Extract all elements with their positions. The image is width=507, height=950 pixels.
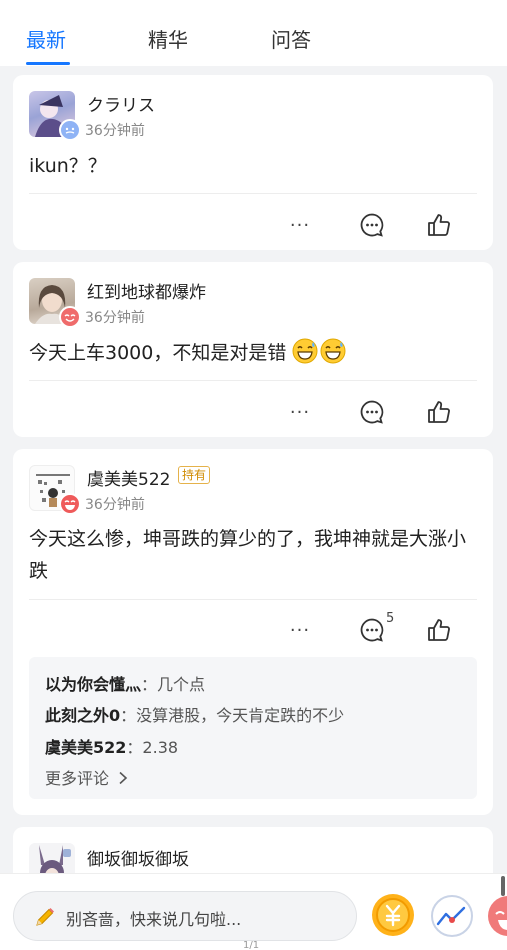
username[interactable]: 红到地球都爆炸 — [87, 278, 206, 303]
emoji-reaction-icon[interactable] — [486, 894, 507, 938]
tab-qa[interactable]: 问答 — [271, 24, 311, 53]
comment-icon[interactable] — [357, 397, 387, 427]
reaction-badge-icon — [59, 306, 81, 328]
page-indicator: 1/1 — [243, 940, 260, 950]
grin-sweat-emoji-icon — [292, 338, 318, 374]
post-time: 36分钟前 — [85, 123, 145, 139]
commenter-name[interactable]: 虞美美522 — [45, 738, 126, 757]
chevron-right-icon — [118, 770, 128, 789]
post-content: 今天这么惨，坤哥跌的算少的了，我坤神就是大涨小跌 — [29, 528, 467, 582]
reaction-badge-icon — [59, 493, 81, 515]
comment-icon[interactable] — [357, 615, 387, 645]
stock-chart-icon[interactable] — [430, 894, 474, 938]
comment-input[interactable]: 别吝啬，快来说几句啦... — [13, 891, 357, 941]
divider — [29, 599, 477, 600]
comment-input-placeholder: 别吝啬，快来说几句啦... — [66, 910, 242, 929]
username[interactable]: クラリス — [87, 91, 155, 116]
comment-text: 2.38 — [142, 738, 179, 757]
tab-bar: 最新 精华 问答 — [0, 0, 507, 66]
comment-text: 几个点 — [157, 675, 206, 694]
comment-icon[interactable] — [357, 210, 387, 240]
coin-reward-icon[interactable] — [370, 892, 416, 938]
bottom-bar: 别吝啬，快来说几句啦... — [0, 873, 507, 950]
comment-text: 没算港股，今天肯定跌的不少 — [136, 706, 345, 725]
more-button[interactable]: ··· — [285, 210, 315, 240]
like-icon[interactable] — [424, 397, 454, 427]
more-button[interactable]: ··· — [285, 615, 315, 645]
post-card[interactable]: 红到地球都爆炸 36分钟前 今天上车3000，不知是对是错 ··· — [13, 262, 493, 437]
grin-sweat-emoji-icon — [320, 338, 346, 374]
post-content: 今天上车3000，不知是对是错 — [29, 337, 346, 374]
pencil-icon — [34, 906, 56, 932]
comment-preview[interactable]: 以为你会懂灬：几个点 此刻之外0：没算港股，今天肯定跌的不少 虞美美522：2.… — [29, 657, 477, 799]
holding-badge: 持有 — [178, 466, 211, 484]
username[interactable]: 虞美美522 — [87, 465, 170, 490]
comment-line: 虞美美522：2.38 — [45, 738, 179, 757]
commenter-name[interactable]: 此刻之外0 — [45, 706, 120, 725]
post-time: 36分钟前 — [85, 497, 145, 513]
commenter-name[interactable]: 以为你会懂灬 — [45, 675, 141, 694]
comment-line: 此刻之外0：没算港股，今天肯定跌的不少 — [45, 706, 345, 725]
post-time: 36分钟前 — [85, 310, 145, 326]
username[interactable]: 御坂御坂御坂 — [87, 845, 189, 870]
divider — [29, 380, 477, 381]
post-content: ikun？？ — [29, 155, 107, 177]
comment-line: 以为你会懂灬：几个点 — [45, 675, 206, 694]
reaction-badge-icon — [59, 119, 81, 141]
tab-latest[interactable]: 最新 — [26, 24, 66, 53]
like-icon[interactable] — [424, 210, 454, 240]
active-tab-indicator — [26, 62, 70, 65]
post-card[interactable]: クラリス 36分钟前 ikun？？ ··· — [13, 75, 493, 250]
tab-featured[interactable]: 精华 — [148, 24, 188, 53]
comment-count: 5 — [386, 611, 395, 626]
more-button[interactable]: ··· — [285, 397, 315, 427]
post-card[interactable]: 虞美美522 持有 36分钟前 今天这么惨，坤哥跌的算少的了，我坤神就是大涨小跌… — [13, 449, 493, 815]
more-comments-label: 更多评论 — [45, 769, 110, 788]
divider — [29, 193, 477, 194]
like-icon[interactable] — [424, 615, 454, 645]
more-comments-link[interactable]: 更多评论 — [45, 765, 128, 789]
post-content-text: 今天上车3000，不知是对是错 — [29, 342, 287, 364]
scrollbar[interactable] — [501, 876, 505, 896]
